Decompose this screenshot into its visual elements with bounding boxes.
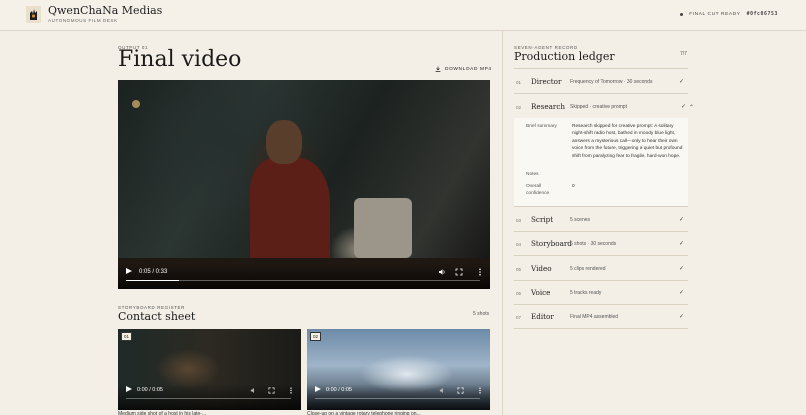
status-text: FINAL CUT READY [689,12,741,17]
row-number: 03 [516,218,522,223]
radio-machine [354,198,412,258]
ledger-row-director[interactable]: 01 Director Frequency of Tomorrow · 30 s… [514,68,688,93]
app-logo-icon [26,6,41,23]
download-icon [435,66,441,72]
ledger-row-voice[interactable]: 06 Voice 5 tracks ready ✓ [514,280,688,304]
status-indicator: FINAL CUT READY #0fc06753 [679,12,778,17]
row-status: 5 tracks ready [570,290,602,296]
ledger-row-script[interactable]: 03 Script 5 scenes ✓ [514,206,688,231]
video-time: 0:05 / 0:33 [139,269,168,275]
brand-subtitle: AUTONOMOUS FILM DESK [48,18,118,23]
row-name: Research [531,102,565,111]
research-detail-panel: Brief summary Research skipped for creat… [514,118,688,206]
row-name: Director [531,77,562,86]
row-name: Script [531,215,554,224]
video-controls [118,263,490,289]
shot-caption-01: Medium side shot of a host in his late-.… [118,411,207,415]
row-status: Final MP4 assembled [570,314,619,320]
row-number: 04 [516,242,522,247]
speaker-icon[interactable] [438,268,446,276]
check-icon: ✓ [680,104,686,110]
row-number: 02 [516,105,522,110]
status-dot-icon [679,12,684,17]
thumb-time: 0:00 / 0:05 [137,387,163,393]
brief-summary-label: Brief summary [526,124,557,129]
page-title: Final video [118,47,242,72]
speaker-icon[interactable] [250,387,257,394]
shot-thumbnail-01[interactable]: 01 0:00 / 0:05 [118,329,301,410]
final-video-player[interactable]: 0:05 / 0:33 [118,80,490,289]
download-mp4-button[interactable]: DOWNLOAD MP4 [435,66,492,72]
ledger-bottom-divider [514,328,688,329]
figure-body [250,158,330,268]
check-icon: ✓ [678,217,684,223]
lamp-light [132,100,140,108]
row-number: 07 [516,315,522,320]
chevron-up-icon[interactable]: ⌃ [689,104,694,111]
contact-sheet-title: Contact sheet [118,310,196,323]
check-icon: ✓ [678,79,684,85]
row-status: 5 scenes [570,217,591,223]
play-icon[interactable] [315,386,321,392]
brand-name: QwenChaNa Medias [48,4,163,17]
row-name: Voice [531,288,551,297]
download-label: DOWNLOAD MP4 [445,66,492,72]
row-status: Skipped · creative prompt [570,104,627,110]
play-icon[interactable] [126,268,132,274]
app-header: QwenChaNa Medias AUTONOMOUS FILM DESK FI… [0,0,806,31]
row-number: 01 [516,80,522,85]
figure-head [266,120,302,164]
fullscreen-icon[interactable] [457,387,464,394]
thumb-time: 0:00 / 0:05 [326,387,352,393]
ledger-title: Production ledger [514,50,615,63]
shots-count: 5 shots [473,311,490,317]
row-status: Frequency of Tomorrow · 30 seconds [570,79,653,85]
ledger-row-editor[interactable]: 07 Editor Final MP4 assembled ✓ [514,304,688,328]
video-frame [118,80,490,289]
video-progress-bar[interactable] [126,279,480,281]
status-hash: #0fc06753 [746,12,778,17]
ledger-row-storyboard[interactable]: 04 Storyboard 5 shots · 30 seconds ✓ [514,231,688,255]
more-icon[interactable] [478,387,482,394]
more-icon[interactable] [289,387,293,394]
confidence-value: 0 [572,184,575,189]
video-progress-fill [126,279,180,281]
row-name: Storyboard [531,239,572,248]
shot-number: 01 [121,332,133,341]
ledger-count: 7/7 [680,51,687,57]
row-status: 5 clips rendered [570,266,606,272]
check-icon: ✓ [678,314,684,320]
row-name: Video [531,264,552,273]
brief-summary-text: Research skipped for creative prompt: A … [572,124,683,159]
row-status: 5 shots · 30 seconds [570,241,617,247]
fullscreen-icon[interactable] [455,268,463,276]
speaker-icon[interactable] [439,387,446,394]
row-name: Editor [531,312,554,321]
panel-divider [502,31,503,415]
shot-number: 02 [310,332,322,341]
row-number: 05 [516,267,522,272]
ledger-row-research[interactable]: 02 Research Skipped · creative prompt ✓ … [514,93,694,118]
confidence-label: Overall confidence [526,184,550,197]
check-icon: ✓ [678,290,684,296]
shot-caption-02: Close-up on a vintage rotary telephone r… [307,411,421,415]
fullscreen-icon[interactable] [268,387,275,394]
play-icon[interactable] [126,386,132,392]
thumb-progress-bar[interactable] [315,397,480,399]
check-icon: ✓ [678,241,684,247]
more-icon[interactable] [478,268,482,276]
check-icon: ✓ [678,266,684,272]
row-number: 06 [516,291,522,296]
shot-thumbnail-02[interactable]: 02 0:00 / 0:05 [307,329,490,410]
notes-label: Notes [526,172,539,177]
ledger-row-video[interactable]: 05 Video 5 clips rendered ✓ [514,255,688,280]
thumb-progress-bar[interactable] [126,397,291,399]
